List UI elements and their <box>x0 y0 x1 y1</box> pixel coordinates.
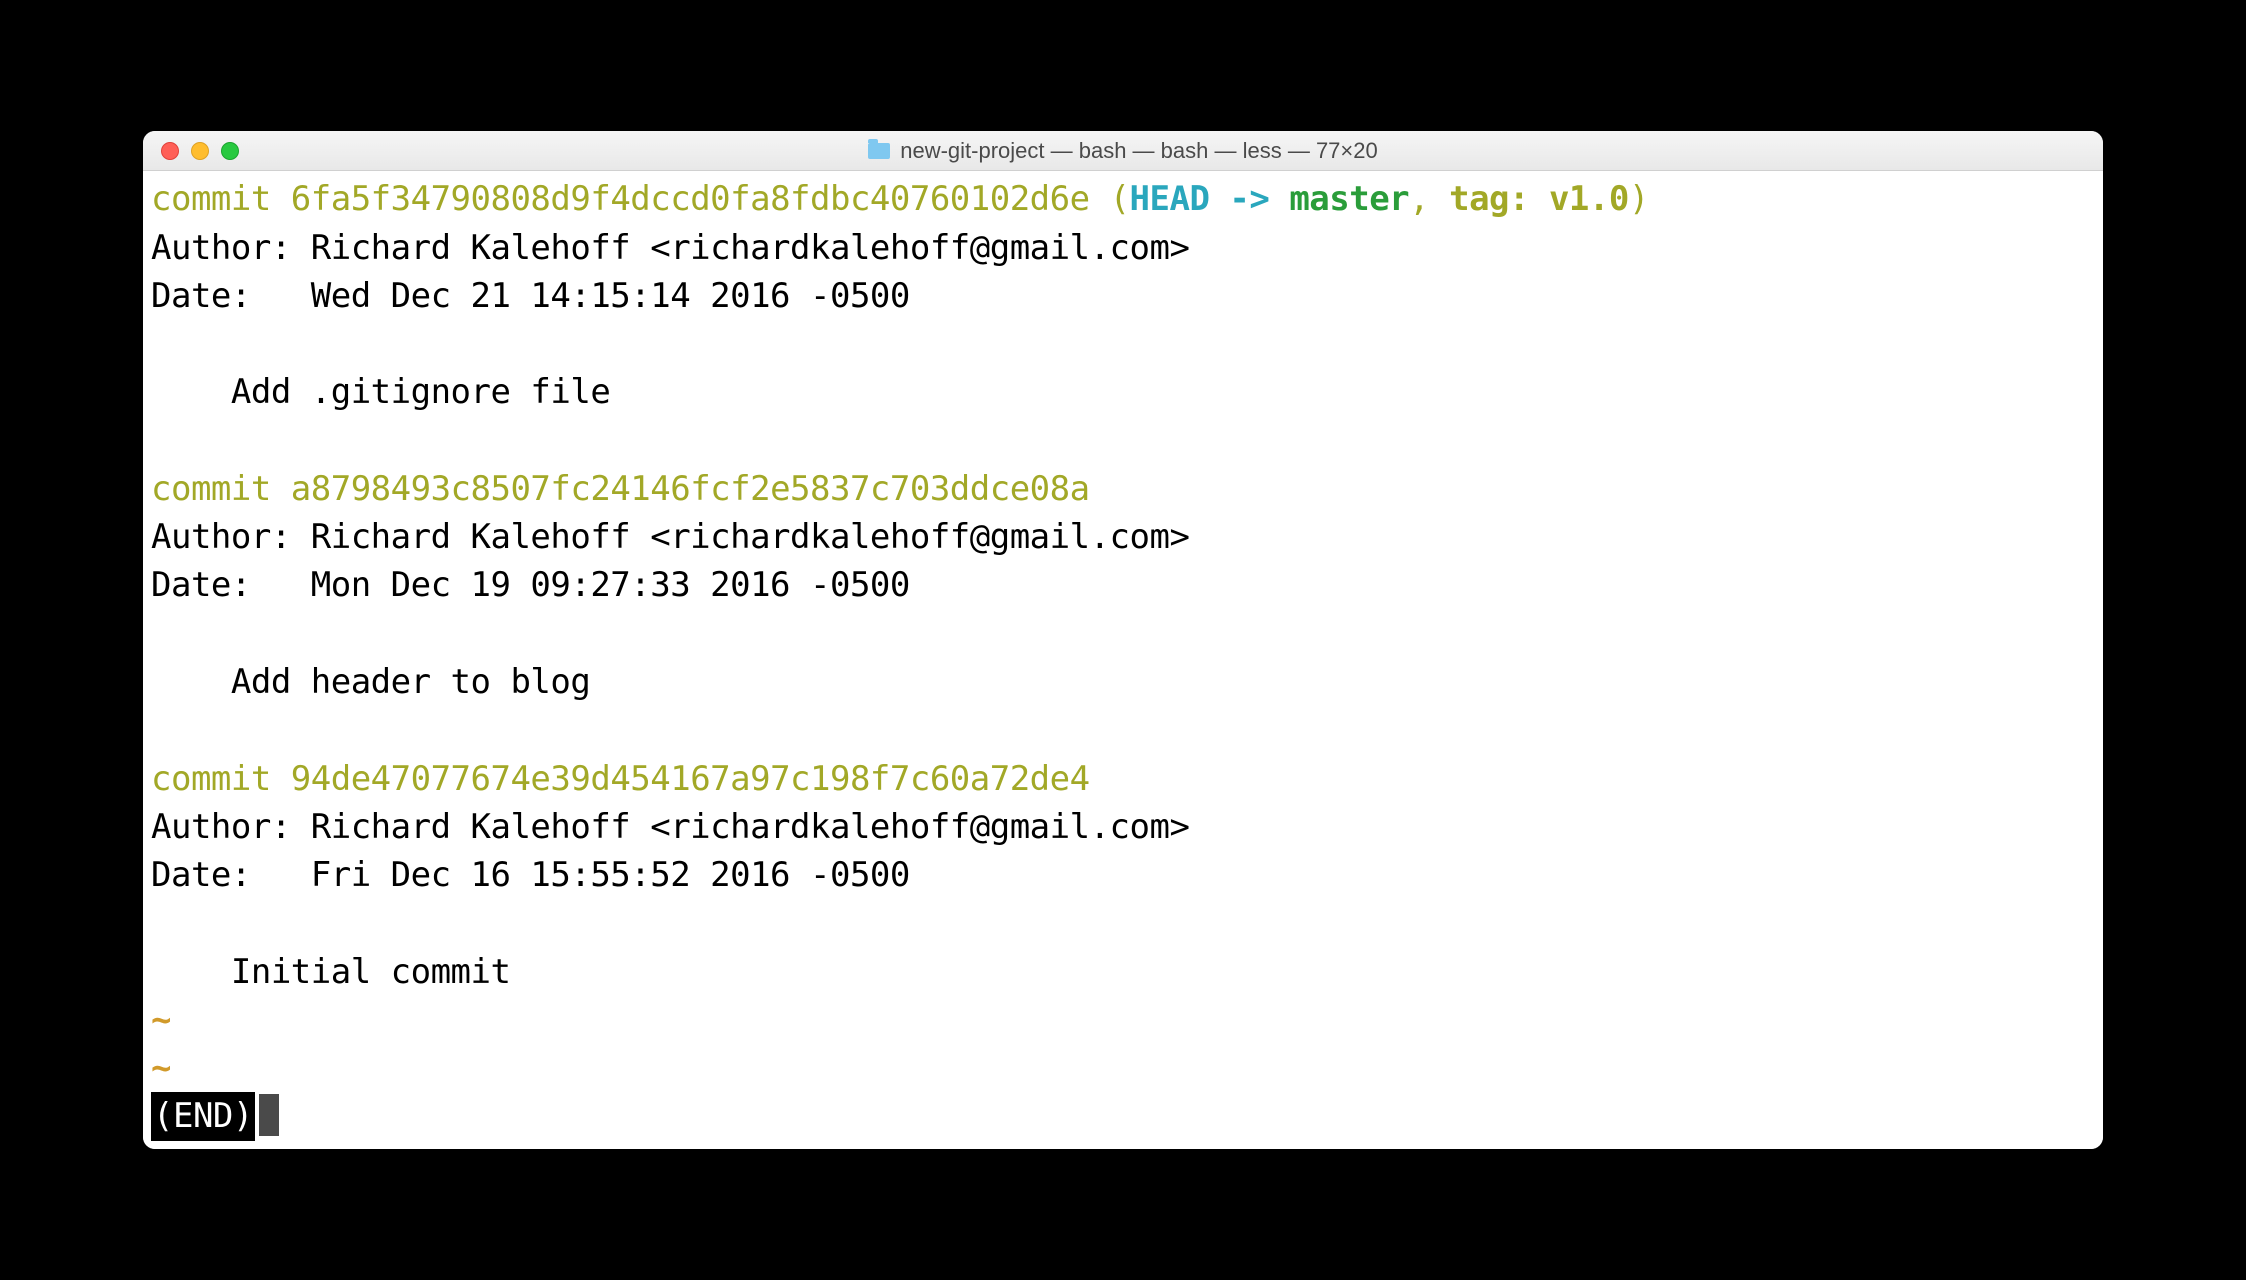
ref-close-paren: ) <box>1629 179 1649 219</box>
commit-message: Add .gitignore file <box>151 372 610 412</box>
commit-line: commit 94de47077674e39d454167a97c198f7c6… <box>151 759 1090 799</box>
minimize-icon[interactable] <box>191 142 209 160</box>
terminal-output[interactable]: commit 6fa5f34790808d9f4dccd0fa8fdbc4076… <box>143 171 2103 1148</box>
folder-icon <box>868 143 890 159</box>
ref-open-paren: ( <box>1090 179 1130 219</box>
commit-line: commit 6fa5f34790808d9f4dccd0fa8fdbc4076… <box>151 179 1090 219</box>
date-line: Date: Mon Dec 19 09:27:33 2016 -0500 <box>151 565 910 605</box>
author-line: Author: Richard Kalehoff <richardkalehof… <box>151 807 1189 847</box>
commit-line: commit a8798493c8507fc24146fcf2e5837c703… <box>151 469 1090 509</box>
commit-message: Initial commit <box>151 952 510 992</box>
close-icon[interactable] <box>161 142 179 160</box>
traffic-lights <box>143 142 239 160</box>
head-ref: HEAD -> <box>1130 179 1290 219</box>
author-line: Author: Richard Kalehoff <richardkalehof… <box>151 228 1189 268</box>
zoom-icon[interactable] <box>221 142 239 160</box>
date-line: Date: Wed Dec 21 14:15:14 2016 -0500 <box>151 276 910 316</box>
tag-ref: tag: v1.0 <box>1449 179 1629 219</box>
cursor-icon <box>259 1094 279 1136</box>
window-title: new-git-project — bash — bash — less — 7… <box>143 138 2103 164</box>
window-title-text: new-git-project — bash — bash — less — 7… <box>900 138 1378 164</box>
pager-tilde: ~ <box>151 1000 171 1040</box>
branch-ref: master <box>1289 179 1409 219</box>
pager-tilde: ~ <box>151 1048 171 1088</box>
commit-message: Add header to blog <box>151 662 590 702</box>
date-line: Date: Fri Dec 16 15:55:52 2016 -0500 <box>151 855 910 895</box>
ref-separator: , <box>1409 179 1449 219</box>
terminal-window: new-git-project — bash — bash — less — 7… <box>143 131 2103 1148</box>
author-line: Author: Richard Kalehoff <richardkalehof… <box>151 517 1189 557</box>
pager-end-marker: (END) <box>151 1092 255 1140</box>
titlebar: new-git-project — bash — bash — less — 7… <box>143 131 2103 171</box>
